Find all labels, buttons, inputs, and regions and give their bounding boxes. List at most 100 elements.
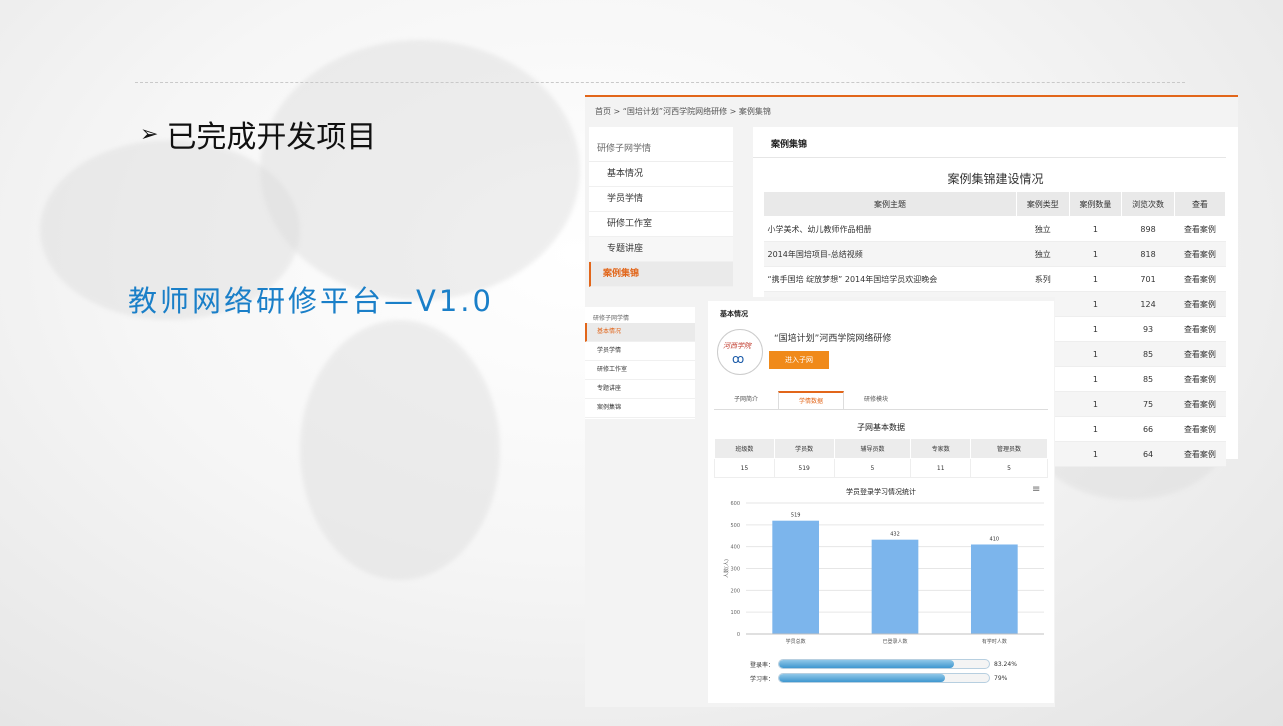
sidebar-item-students[interactable]: 学员学情: [589, 187, 733, 212]
breadcrumb[interactable]: 首页 > “国培计划”河西学院网络研修 > 案例集锦: [595, 106, 771, 117]
view-case-link[interactable]: 查看案例: [1174, 391, 1226, 417]
y-tick-label: 400: [730, 545, 740, 551]
table-cell: 66: [1121, 416, 1175, 442]
sidebar-item-cases[interactable]: 案例集锦: [585, 399, 695, 418]
basic-info-screenshot: 研修子网学情 基本情况 学员学情 研修工作室 专题讲座 案例集锦 基本情况 河西…: [585, 297, 1055, 707]
tab-intro[interactable]: 子网简介: [714, 391, 778, 409]
table-row: 15 519 5 11 5: [714, 458, 1048, 478]
table-cell: 898: [1121, 216, 1175, 242]
table-cell: 独立: [1016, 216, 1070, 242]
col-header: 查看: [1173, 191, 1227, 217]
study-rate-value: 79%: [994, 674, 1008, 682]
tab-modules[interactable]: 研修模块: [844, 391, 908, 409]
y-tick-label: 100: [730, 610, 740, 616]
logo-mark-icon: ꝏ: [732, 352, 745, 366]
col-header: 辅导员数: [833, 438, 912, 459]
x-tick-label: 学员总数: [786, 638, 806, 645]
enter-subnet-button[interactable]: 进入子网: [769, 351, 829, 369]
table-cell: 1: [1069, 341, 1122, 367]
view-case-link[interactable]: 查看案例: [1174, 291, 1226, 317]
table-cell: 75: [1121, 391, 1175, 417]
bar: [970, 544, 1018, 634]
view-case-link[interactable]: 查看案例: [1174, 216, 1226, 242]
sidebar-item-studio[interactable]: 研修工作室: [589, 212, 733, 237]
table-cell: 1: [1069, 416, 1122, 442]
study-rate-row: 学习率： 79%: [750, 673, 1007, 683]
sidebar-item-basic[interactable]: 基本情况: [585, 323, 695, 342]
bar: [871, 539, 919, 634]
login-rate-label: 登录率：: [750, 661, 775, 669]
basic-data-title: 子网基本数据: [857, 423, 905, 432]
bar-value-label: 519: [791, 513, 801, 519]
arrow-bullet-icon: ➢: [140, 121, 159, 147]
basic-data-table: 班级数 学员数 辅导员数 专家数 管理员数 15 519 5 11 5: [714, 438, 1048, 478]
table-cell: 1: [1069, 391, 1122, 417]
table-cell: 93: [1121, 316, 1175, 342]
table-header-row: 班级数 学员数 辅导员数 专家数 管理员数: [714, 438, 1048, 459]
col-header: 浏览次数: [1121, 191, 1175, 217]
table-cell: 701: [1121, 266, 1175, 292]
table-cell: 5: [833, 458, 912, 478]
tab-data[interactable]: 学情数据: [778, 391, 844, 409]
table-cell: 124: [1121, 291, 1175, 317]
card-title: 基本情况: [720, 310, 748, 318]
table-cell: 1: [1069, 316, 1122, 342]
col-header: 学员数: [773, 438, 835, 459]
table-cell: 15: [714, 458, 775, 478]
world-map-shape: [260, 40, 580, 300]
bar: [772, 520, 820, 634]
table-cell: 1: [1069, 241, 1122, 267]
sidebar-item-basic[interactable]: 基本情况: [589, 162, 733, 187]
sidebar-title: 研修子网学情: [593, 315, 630, 322]
col-header: 案例主题: [763, 191, 1017, 217]
table-cell: 818: [1121, 241, 1175, 267]
table-cell: 小学美术、幼儿教师作品相册: [763, 216, 1017, 242]
y-tick-label: 500: [730, 523, 740, 529]
x-tick-label: 已登录人数: [882, 638, 907, 645]
college-logo: 河西学院 ꝏ: [717, 329, 763, 375]
view-case-link[interactable]: 查看案例: [1174, 366, 1226, 392]
view-case-link[interactable]: 查看案例: [1174, 441, 1226, 467]
table-row: “携手国培 绽放梦想” 2014年国培学员欢迎晚会 系列 1 701 查看案例: [763, 266, 1226, 292]
menu-icon[interactable]: ≡: [1032, 484, 1040, 495]
col-header: 专家数: [910, 438, 972, 459]
heading-text: 已完成开发项目: [166, 120, 377, 155]
y-tick-label: 300: [730, 567, 740, 573]
sidebar-item-students[interactable]: 学员学情: [585, 342, 695, 361]
section-heading: ➢ 已完成开发项目: [140, 112, 376, 156]
table-cell: 64: [1121, 441, 1175, 467]
view-case-link[interactable]: 查看案例: [1174, 241, 1226, 267]
col-header: 案例类型: [1016, 191, 1070, 217]
basic-info-card: 基本情况 河西学院 ꝏ “国培计划”河西学院网络研修 进入子网 子网简介 学情数…: [708, 301, 1054, 703]
table-cell: 11: [910, 458, 972, 478]
col-header: 班级数: [714, 438, 775, 459]
divider: [135, 82, 1185, 83]
sidebar-item-studio[interactable]: 研修工作室: [585, 361, 695, 380]
view-case-link[interactable]: 查看案例: [1174, 341, 1226, 367]
sidebar-item-lectures[interactable]: 专题讲座: [589, 237, 733, 262]
bar-value-label: 410: [990, 536, 1000, 542]
table-cell: “携手国培 绽放梦想” 2014年国培学员欢迎晚会: [763, 266, 1017, 292]
bar-value-label: 432: [890, 532, 900, 538]
table-cell: 85: [1121, 341, 1175, 367]
view-case-link[interactable]: 查看案例: [1174, 266, 1226, 292]
view-case-link[interactable]: 查看案例: [1174, 416, 1226, 442]
logo-text: 河西学院: [723, 342, 751, 350]
sidebar-small: 研修子网学情 基本情况 学员学情 研修工作室 专题讲座 案例集锦: [585, 307, 695, 419]
sidebar-item-cases[interactable]: 案例集锦: [589, 262, 733, 287]
y-axis-label: 人数(人): [723, 559, 730, 578]
table-cell: 1: [1069, 216, 1122, 242]
study-rate-fill: [779, 674, 945, 682]
project-name: “国培计划”河西学院网络研修: [774, 334, 892, 344]
chart-title: 学员登录学习情况统计: [846, 488, 916, 496]
view-case-link[interactable]: 查看案例: [1174, 316, 1226, 342]
table-cell: 独立: [1016, 241, 1070, 267]
panel-title: 案例集锦: [753, 127, 1226, 158]
study-rate-label: 学习率：: [750, 675, 775, 683]
y-tick-label: 0: [737, 632, 740, 638]
login-rate-track: [778, 659, 991, 669]
sidebar-item-lectures[interactable]: 专题讲座: [585, 380, 695, 399]
world-map-shape: [300, 320, 500, 580]
table-cell: 85: [1121, 366, 1175, 392]
login-rate-row: 登录率： 83.24%: [750, 659, 1017, 669]
